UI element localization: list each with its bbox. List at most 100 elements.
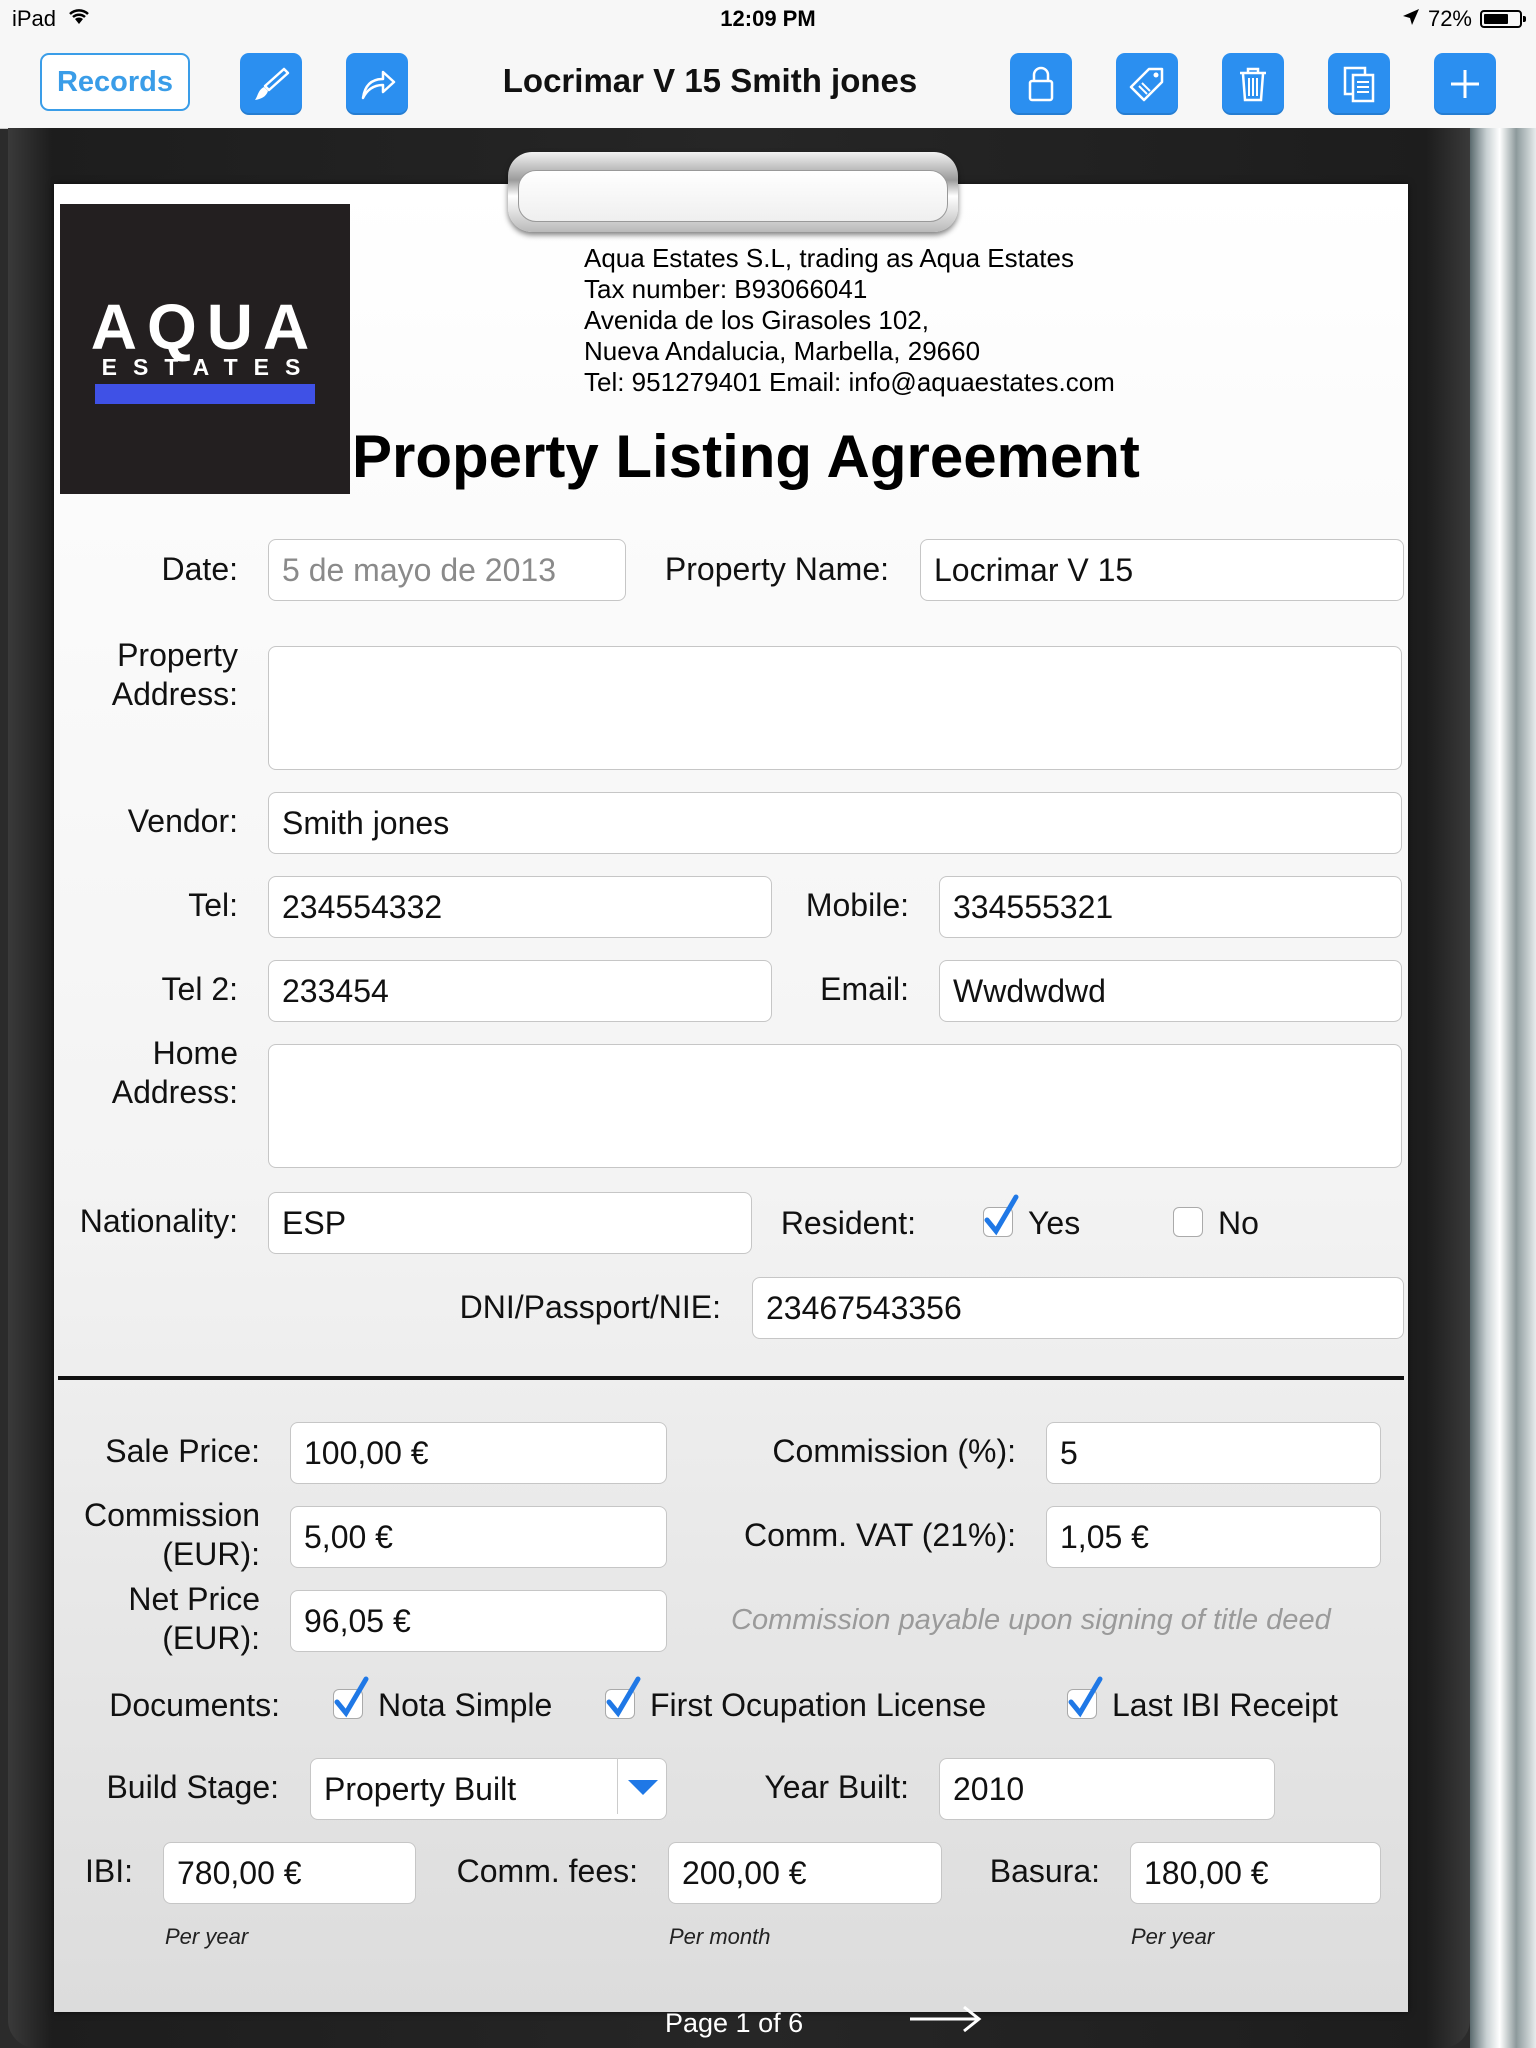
sale-price-label: Sale Price: — [105, 1433, 260, 1469]
status-time: 12:09 PM — [720, 6, 816, 31]
company-line: Aqua Estates S.L, trading as Aqua Estate… — [584, 243, 1074, 273]
email-label: Email: — [820, 971, 909, 1007]
resident-no-label: No — [1218, 1205, 1259, 1241]
copy-icon — [1343, 66, 1375, 103]
company-line: Avenida de los Girasoles 102, — [584, 305, 929, 335]
tel2-label: Tel 2: — [161, 971, 238, 1007]
basura-note: Per year — [1131, 1924, 1215, 1949]
build-stage-separator — [617, 1758, 618, 1814]
ibi-field[interactable]: 780,00 € — [163, 1842, 416, 1904]
battery-icon — [1480, 10, 1526, 28]
tel-field[interactable]: 234554332 — [268, 876, 772, 938]
nationality-label: Nationality: — [79, 1203, 238, 1239]
net-price-label: Net Price (EUR): — [128, 1580, 260, 1658]
year-built-field[interactable]: 2010 — [939, 1758, 1275, 1820]
last-ibi-checkbox[interactable] — [1067, 1676, 1103, 1719]
checkmark-icon — [334, 1676, 369, 1718]
page-indicator: Page 1 of 6 — [665, 2008, 804, 2038]
vendor-label: Vendor: — [127, 803, 238, 839]
plus-icon — [1451, 70, 1479, 98]
company-line: Tel: 951279401 Email: info@aquaestates.c… — [584, 367, 1115, 397]
nota-simple-label: Nota Simple — [378, 1687, 553, 1723]
year-built-label: Year Built: — [764, 1769, 909, 1805]
battery-fill — [1484, 14, 1508, 24]
property-address-label-line: Property — [117, 637, 238, 673]
sale-price-field[interactable]: 100,00 € — [290, 1422, 667, 1484]
logo-text-sub: ESTATES — [101, 354, 317, 380]
checkmark-icon — [984, 1194, 1019, 1236]
property-address-label: Property Address: — [112, 636, 238, 714]
resident-yes-checkbox[interactable] — [983, 1194, 1019, 1237]
property-name-field[interactable]: Locrimar V 15 — [920, 539, 1404, 601]
dni-field[interactable]: 23467543356 — [752, 1277, 1404, 1339]
checkmark-icon — [606, 1676, 641, 1718]
section-divider — [58, 1376, 1404, 1380]
vendor-field[interactable]: Smith jones — [268, 792, 1402, 854]
tel-label: Tel: — [188, 887, 238, 923]
brush-button[interactable] — [240, 53, 302, 115]
documents-label: Documents: — [109, 1687, 280, 1723]
tag-icon — [1129, 67, 1164, 102]
add-button[interactable] — [1434, 53, 1496, 115]
date-field[interactable]: 5 de mayo de 2013 — [268, 539, 626, 601]
background-image — [1470, 128, 1536, 2048]
commission-note: Commission payable upon signing of title… — [731, 1604, 1331, 1636]
company-logo: AQUA ESTATES — [60, 204, 350, 494]
basura-field[interactable]: 180,00 € — [1130, 1842, 1381, 1904]
first-ocupation-checkbox[interactable] — [605, 1676, 641, 1719]
brush-icon — [255, 67, 290, 100]
mobile-label: Mobile: — [805, 887, 909, 923]
nota-simple-checkbox[interactable] — [333, 1676, 369, 1719]
nationality-field[interactable]: ESP — [268, 1192, 752, 1254]
records-button[interactable]: Records — [40, 53, 190, 111]
share-icon — [361, 70, 396, 100]
mobile-field[interactable]: 334555321 — [939, 876, 1402, 938]
ibi-label: IBI: — [84, 1853, 133, 1889]
home-address-label: Home Address: — [112, 1034, 238, 1112]
build-stage-label: Build Stage: — [106, 1769, 279, 1805]
property-address-label-line: Address: — [111, 676, 238, 712]
net-price-label-line: (EUR): — [162, 1620, 260, 1656]
lock-button[interactable] — [1010, 53, 1072, 115]
location-arrow-icon — [1402, 6, 1420, 32]
build-stage-select[interactable]: Property Built — [310, 1758, 667, 1820]
company-line: Nueva Andalucia, Marbella, 29660 — [584, 336, 981, 366]
email-field[interactable]: Wwdwdwd — [939, 960, 1402, 1022]
tag-button[interactable] — [1116, 53, 1178, 115]
resident-no-checkbox[interactable] — [1173, 1207, 1203, 1237]
tel2-field[interactable]: 233454 — [268, 960, 772, 1022]
dni-label: DNI/Passport/NIE: — [459, 1289, 721, 1325]
comm-fees-note: Per month — [669, 1924, 771, 1949]
comm-vat-field[interactable]: 1,05 € — [1046, 1506, 1381, 1568]
home-address-field[interactable] — [268, 1044, 1402, 1168]
comm-vat-label: Comm. VAT (21%): — [743, 1517, 1016, 1553]
commission-eur-label-line: (EUR): — [162, 1536, 260, 1572]
commission-eur-field[interactable]: 5,00 € — [290, 1506, 667, 1568]
net-price-field[interactable]: 96,05 € — [290, 1590, 667, 1652]
commission-pct-field[interactable]: 5 — [1046, 1422, 1381, 1484]
status-bar: iPad 12:09 PM 72% — [0, 0, 1536, 40]
first-ocupation-label: First Ocupation License — [650, 1687, 987, 1723]
home-address-label-line: Home — [152, 1035, 238, 1071]
lock-icon — [1028, 66, 1054, 102]
logo-bar — [95, 384, 315, 404]
property-address-field[interactable] — [268, 646, 1402, 770]
checkmark-icon — [1068, 1676, 1103, 1718]
last-ibi-label: Last IBI Receipt — [1112, 1687, 1338, 1723]
comm-fees-label: Comm. fees: — [456, 1853, 638, 1889]
trash-button[interactable] — [1222, 53, 1284, 115]
logo-text-main: AQUA — [90, 291, 320, 363]
company-info: Aqua Estates S.L, trading as Aqua Estate… — [584, 243, 1115, 398]
basura-label: Basura: — [989, 1853, 1100, 1889]
next-page-arrow-icon[interactable] — [908, 2004, 982, 2034]
commission-pct-label: Commission (%): — [772, 1433, 1016, 1469]
home-address-label-line: Address: — [111, 1074, 238, 1110]
comm-fees-field[interactable]: 200,00 € — [668, 1842, 942, 1904]
chevron-down-icon[interactable] — [628, 1780, 658, 1795]
share-button[interactable] — [346, 53, 408, 115]
copy-button[interactable] — [1328, 53, 1390, 115]
net-price-label-line: Net Price — [128, 1581, 260, 1617]
date-label: Date: — [161, 551, 238, 587]
document-title: Property Listing Agreement — [352, 423, 1140, 490]
clipboard-clip — [508, 152, 958, 232]
